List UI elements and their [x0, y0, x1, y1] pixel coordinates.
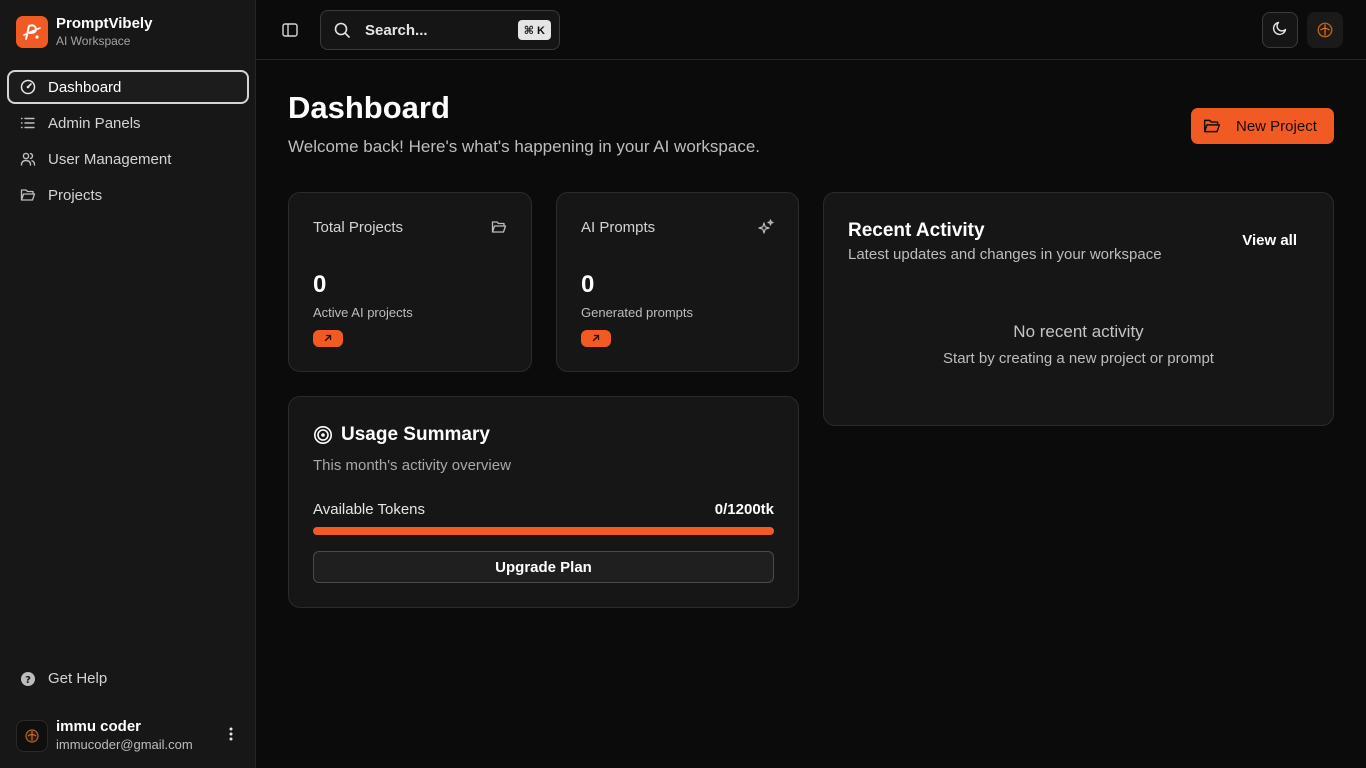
new-project-button[interactable]: New Project: [1191, 108, 1334, 144]
target-icon: [313, 425, 333, 445]
brand-name: PromptVibely: [56, 15, 153, 32]
folder-open-icon: [1203, 117, 1221, 135]
search-input[interactable]: Search... ⌘ K: [320, 10, 560, 50]
sparkles-icon: [758, 219, 774, 235]
empty-state-subtitle: Start by creating a new project or promp…: [943, 350, 1214, 367]
arrow-up-right-icon: [323, 330, 333, 348]
stat-value: 0: [581, 271, 595, 298]
brand[interactable]: PromptVibely AI Workspace: [16, 15, 152, 49]
gauge-icon: [20, 79, 36, 95]
usage-title-text: Usage Summary: [341, 424, 490, 445]
brand-logo-icon: [16, 16, 48, 48]
brand-subtitle: AI Workspace: [56, 34, 131, 48]
folder-icon: [20, 187, 36, 203]
view-all-link[interactable]: View all: [1242, 232, 1297, 249]
svg-text:?: ?: [25, 675, 31, 686]
page-subtitle: Welcome back! Here's what's happening in…: [288, 137, 761, 156]
topbar: Search... ⌘ K: [256, 0, 1366, 60]
sidebar-item-label: Admin Panels: [48, 114, 141, 132]
stat-description: Generated prompts: [581, 305, 694, 320]
top-avatar[interactable]: [1307, 12, 1343, 48]
recent-activity-title: Recent Activity: [848, 220, 985, 241]
list-icon: [20, 115, 36, 131]
tokens-value: 0/1200tk: [714, 501, 774, 518]
user-profile[interactable]: immu coder immucoder@gmail.com: [16, 718, 242, 753]
stat-title: AI Prompts: [581, 219, 656, 236]
usage-summary-title: Usage Summary: [313, 424, 490, 446]
page-title: Dashboard: [288, 90, 450, 125]
recent-activity-subtitle: Latest updates and changes in your works…: [848, 246, 1162, 263]
usage-subtitle: This month's activity overview: [313, 457, 511, 474]
new-project-label: New Project: [1236, 117, 1317, 135]
avatar: [16, 719, 48, 752]
theme-toggle-button[interactable]: [1262, 12, 1298, 48]
sidebar-item-label: Dashboard: [48, 78, 122, 96]
sidebar: PromptVibely AI Workspace Dashboard Admi…: [0, 0, 256, 768]
upgrade-plan-button[interactable]: Upgrade Plan: [313, 551, 774, 583]
arrow-up-right-icon: [591, 330, 601, 348]
sidebar-item-admin-panels[interactable]: Admin Panels: [7, 106, 249, 140]
get-help-link[interactable]: ? Get Help: [20, 670, 107, 687]
users-icon: [20, 151, 36, 167]
stat-value: 0: [313, 271, 327, 298]
recent-activity-card: Recent Activity Latest updates and chang…: [823, 192, 1334, 426]
sidebar-item-user-management[interactable]: User Management: [7, 142, 249, 176]
user-email: immucoder@gmail.com: [56, 737, 193, 752]
tokens-label: Available Tokens: [313, 501, 426, 518]
empty-state-title: No recent activity: [1013, 322, 1144, 341]
folder-icon: [491, 219, 507, 235]
sidebar-item-label: Projects: [48, 186, 103, 204]
search-icon: [333, 21, 351, 39]
stat-card-total-projects: Total Projects 0 Active AI projects: [288, 192, 532, 372]
keyboard-shortcut-badge: ⌘ K: [517, 20, 551, 40]
user-name: immu coder: [56, 718, 142, 735]
search-placeholder: Search...: [365, 21, 428, 39]
moon-icon: [1272, 20, 1288, 41]
tokens-progress-bar: [313, 527, 774, 535]
sidebar-toggle-icon[interactable]: [280, 20, 300, 40]
trend-badge[interactable]: [581, 330, 611, 347]
stat-description: Active AI projects: [313, 305, 413, 320]
sidebar-nav: Dashboard Admin Panels User Management P…: [7, 70, 249, 214]
sidebar-item-dashboard[interactable]: Dashboard: [7, 70, 249, 104]
stat-title: Total Projects: [313, 219, 404, 236]
usage-summary-card: Usage Summary This month's activity over…: [288, 396, 799, 608]
sidebar-item-label: User Management: [48, 150, 172, 168]
get-help-label: Get Help: [48, 670, 108, 687]
sidebar-item-projects[interactable]: Projects: [7, 178, 249, 212]
stat-card-ai-prompts: AI Prompts 0 Generated prompts: [556, 192, 799, 372]
trend-badge[interactable]: [313, 330, 343, 347]
more-vertical-icon[interactable]: [224, 726, 238, 742]
help-circle-icon: ?: [20, 671, 36, 687]
